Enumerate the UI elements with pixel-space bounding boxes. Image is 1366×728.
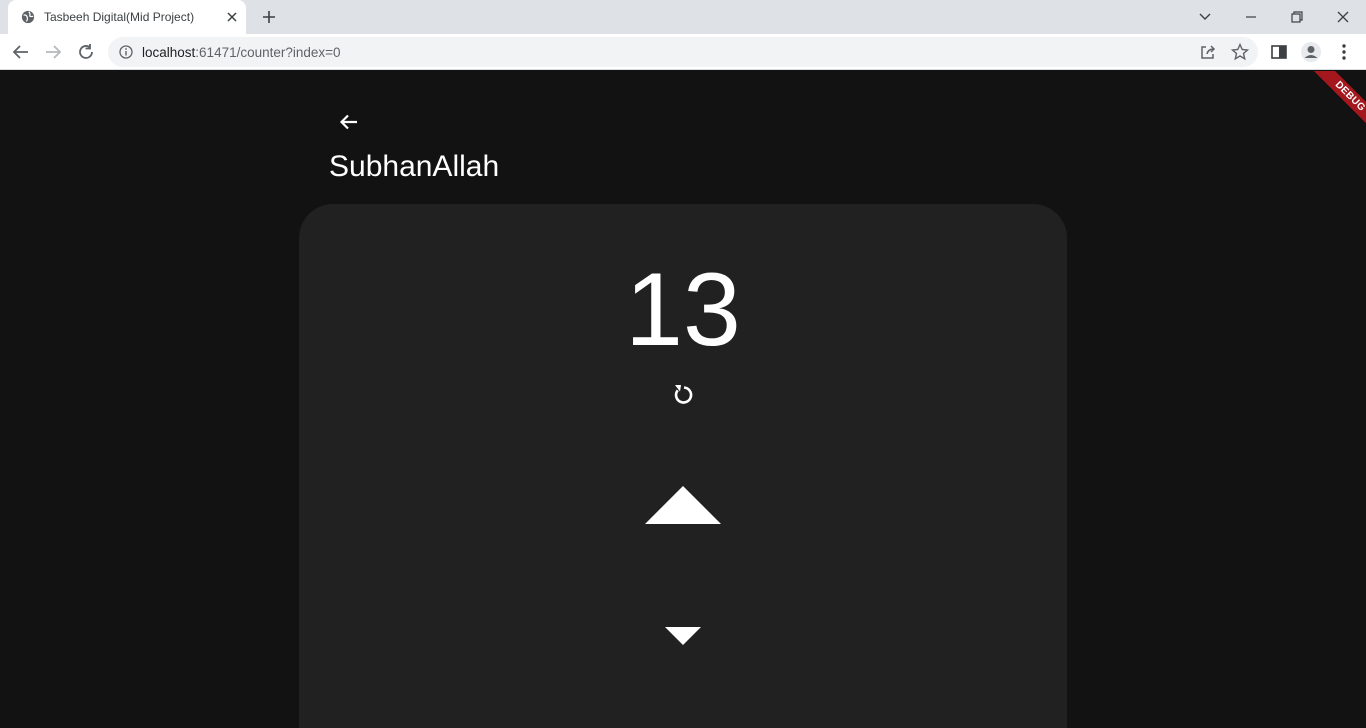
refresh-icon[interactable] (669, 381, 697, 409)
new-tab-icon[interactable] (260, 8, 278, 26)
bookmark-star-icon[interactable] (1229, 41, 1251, 63)
forward-icon[interactable] (42, 41, 64, 63)
tab-search-icon[interactable] (1194, 6, 1216, 28)
minimize-icon[interactable] (1240, 6, 1262, 28)
side-panel-icon[interactable] (1268, 41, 1290, 63)
tab-close-icon[interactable] (224, 9, 240, 25)
debug-banner: DEBUG (1296, 71, 1366, 141)
globe-icon (21, 10, 35, 24)
page-title: SubhanAllah (329, 150, 500, 183)
info-icon[interactable] (119, 45, 133, 59)
browser-toolbar: localhost:61471/counter?index=0 (0, 34, 1366, 70)
browser-tab[interactable]: Tasbeeh Digital(Mid Project) (8, 0, 246, 34)
share-icon[interactable] (1197, 41, 1219, 63)
address-bar[interactable]: localhost:61471/counter?index=0 (108, 37, 1258, 67)
counter-value: 13 (625, 252, 741, 368)
profile-icon[interactable] (1300, 41, 1322, 63)
url-host: localhost (142, 45, 196, 60)
tab-strip: Tasbeeh Digital(Mid Project) (0, 0, 1366, 34)
tab-title: Tasbeeh Digital(Mid Project) (44, 10, 195, 24)
counter-card: 13 (299, 204, 1067, 728)
triangle-up-icon[interactable] (641, 476, 725, 528)
app-viewport: SubhanAllah 13 DEBUG (0, 71, 1366, 728)
triangle-down-icon[interactable] (661, 623, 705, 651)
menu-icon[interactable] (1333, 41, 1355, 63)
arrow-back-icon[interactable] (336, 109, 362, 135)
url-path: :61471/counter?index=0 (195, 45, 341, 60)
close-icon[interactable] (1332, 6, 1354, 28)
url-text[interactable]: localhost:61471/counter?index=0 (142, 45, 341, 60)
restore-icon[interactable] (1286, 6, 1308, 28)
back-icon[interactable] (10, 41, 32, 63)
debug-label: DEBUG (1310, 71, 1366, 136)
reload-icon[interactable] (75, 41, 97, 63)
